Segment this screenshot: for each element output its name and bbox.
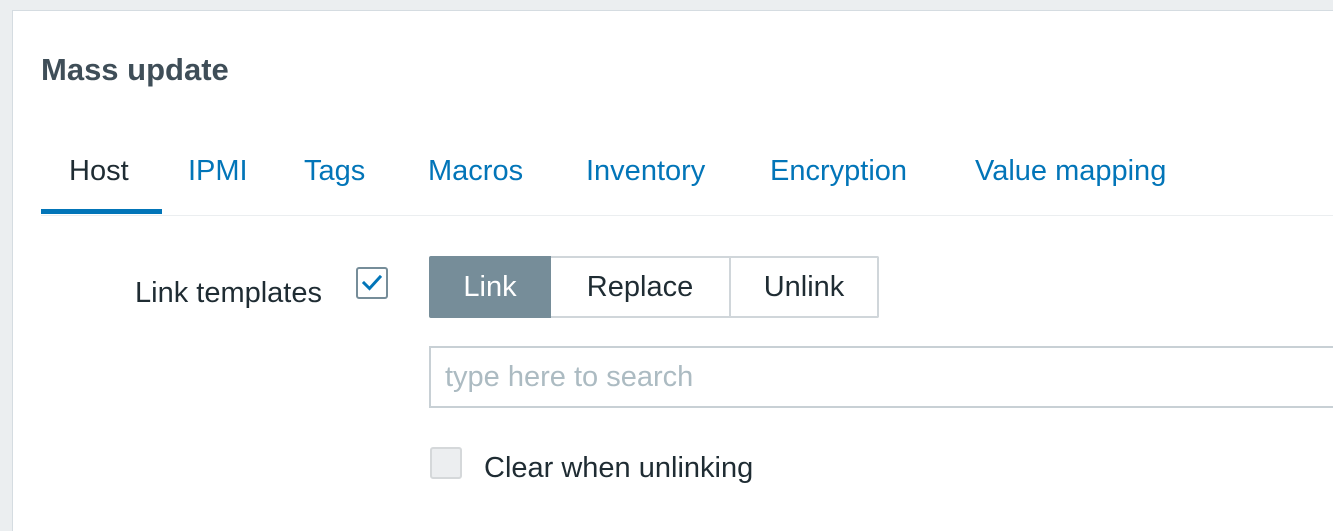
- clear-when-unlinking-checkbox[interactable]: [430, 447, 462, 479]
- check-icon: [362, 274, 382, 291]
- link-option-button[interactable]: Link: [429, 256, 551, 318]
- link-templates-checkbox[interactable]: [356, 267, 388, 299]
- replace-option-button[interactable]: Replace: [551, 256, 731, 318]
- tab-host[interactable]: Host: [69, 153, 129, 189]
- tab-encryption[interactable]: Encryption: [770, 153, 907, 189]
- active-tab-indicator: [41, 209, 162, 214]
- tab-tags[interactable]: Tags: [304, 153, 365, 189]
- template-mode-selector: Link Replace Unlink: [429, 256, 879, 318]
- link-templates-label: Link templates: [135, 277, 322, 309]
- dialog-title: Mass update: [41, 52, 229, 87]
- template-search-input[interactable]: [429, 346, 1333, 408]
- tab-value-mapping[interactable]: Value mapping: [975, 153, 1166, 189]
- tab-bar: Host IPMI Tags Macros Inventory Encrypti…: [41, 139, 1333, 216]
- tab-inventory[interactable]: Inventory: [586, 153, 705, 189]
- tab-ipmi[interactable]: IPMI: [188, 153, 248, 189]
- unlink-option-button[interactable]: Unlink: [731, 256, 879, 318]
- clear-when-unlinking-label[interactable]: Clear when unlinking: [484, 450, 753, 486]
- mass-update-dialog: Mass update Host IPMI Tags Macros Invent…: [12, 10, 1333, 531]
- tab-macros[interactable]: Macros: [428, 153, 523, 189]
